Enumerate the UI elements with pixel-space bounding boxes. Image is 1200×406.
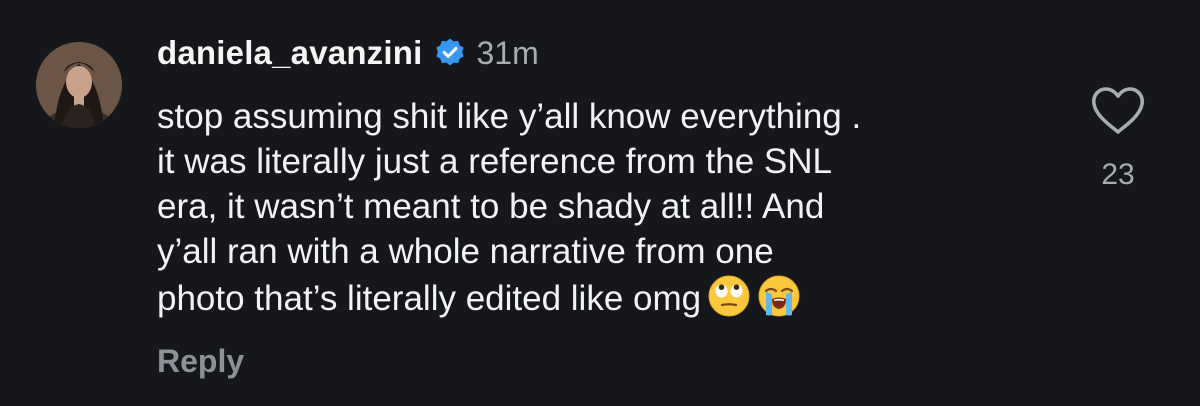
verified-badge-icon: [434, 37, 466, 69]
face-with-rolling-eyes-emoji: [707, 274, 751, 318]
loudly-crying-face-emoji: [757, 274, 801, 318]
timestamp: 31m: [476, 34, 539, 71]
comment-text-line: photo that’s literally edited like omg: [157, 279, 702, 318]
comment-text: stop assuming shit like y’all know every…: [157, 94, 1057, 321]
like-count: 23: [1101, 158, 1135, 191]
comment: daniela_avanzini 31m stop assuming shit …: [0, 0, 1200, 406]
comment-text-line-last: photo that’s literally edited like omg: [157, 274, 1057, 321]
username[interactable]: daniela_avanzini: [157, 34, 422, 72]
avatar[interactable]: [36, 42, 122, 128]
comment-text-line: stop assuming shit like y’all know every…: [157, 97, 862, 136]
comment-header: daniela_avanzini 31m: [157, 30, 539, 76]
heart-outline-icon[interactable]: [1090, 86, 1146, 136]
comment-text-line: y’all ran with a whole narrative from on…: [157, 232, 774, 271]
reply-button[interactable]: Reply: [157, 343, 244, 380]
comment-text-line: it was literally just a reference from t…: [157, 142, 832, 181]
comment-text-line: era, it wasn’t meant to be shady at all!…: [157, 187, 825, 226]
